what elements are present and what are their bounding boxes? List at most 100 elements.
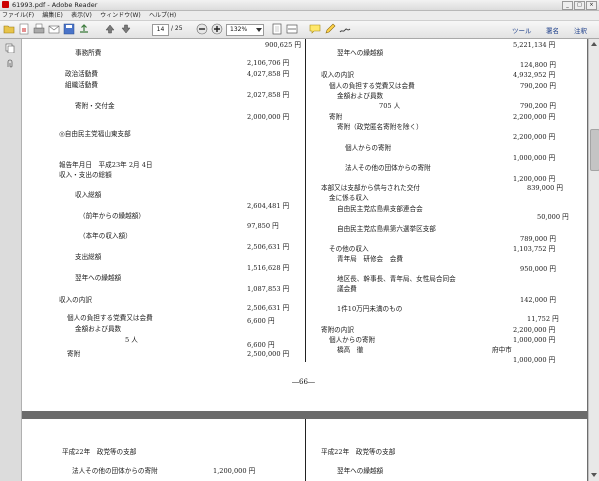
text-line: 自由民主党広島県支部連合会 — [337, 205, 423, 213]
text-line: 1件10万円未満のもの — [337, 305, 403, 313]
fit-width-icon[interactable] — [286, 23, 298, 35]
highlight-icon[interactable] — [324, 23, 336, 35]
text-line: 900,625 円 — [265, 41, 301, 49]
close-button[interactable]: × — [586, 1, 597, 10]
text-line: 1,000,000 円 — [513, 154, 556, 162]
email-icon[interactable] — [48, 23, 60, 35]
text-line: 自由民主党広島県第六選挙区支部 — [337, 225, 436, 233]
text-line: 金額および員数 — [337, 92, 384, 100]
text-line: 2,000,000 円 — [247, 113, 290, 121]
sign-icon[interactable] — [339, 23, 351, 35]
text-line: 142,000 円 — [520, 296, 556, 304]
text-line: 個人からの寄附 — [329, 336, 376, 344]
text-line: 組織活動費 — [65, 81, 98, 89]
window-controls: _ □ × — [562, 1, 597, 10]
text-line: 5,221,134 円 — [513, 41, 556, 49]
text-line: 790,200 円 — [520, 102, 556, 110]
zoom-in-icon[interactable] — [211, 23, 223, 35]
text-line: 97,850 円 — [247, 222, 279, 230]
text-line: 789,000 円 — [520, 235, 556, 243]
text-line: 収入の内訳 — [59, 296, 92, 304]
text-line: 橋高 徹 — [337, 346, 364, 354]
text-line: 839,000 円 — [527, 184, 563, 192]
text-line: 寄附 — [329, 113, 343, 121]
text-line: 府中市 — [492, 346, 512, 354]
text-line: 2,027,858 円 — [247, 91, 290, 99]
text-line: 6,600 円 — [247, 317, 275, 325]
text-line: 2,506,631 円 — [247, 243, 290, 251]
text-line: 2,200,000 円 — [513, 326, 556, 334]
menu-file[interactable]: ファイル(F) — [2, 11, 34, 20]
text-line: 政治活動費 — [65, 70, 98, 78]
text-line: （本年の収入額） — [79, 232, 132, 240]
text-line: 議会費 — [337, 285, 357, 293]
text-line: 1,200,000 円 — [513, 175, 556, 183]
print-icon[interactable] — [33, 23, 45, 35]
text-line: 1,087,853 円 — [247, 285, 290, 293]
vertical-scrollbar[interactable] — [588, 39, 599, 481]
toolbar: 14 / 25 132% ツール 署名 注釈 — [0, 21, 599, 39]
page-count: / 25 — [171, 25, 183, 32]
chevron-down-icon — [256, 28, 262, 32]
text-line: 個人からの寄附 — [345, 144, 392, 152]
comment-icon[interactable] — [309, 23, 321, 35]
upload-icon[interactable] — [78, 23, 90, 35]
text-line: 2,200,000 円 — [513, 133, 556, 141]
prev-page-icon[interactable] — [104, 23, 116, 35]
menu-window[interactable]: ウィンドウ(W) — [100, 11, 141, 20]
menu-edit[interactable]: 編集(E) — [42, 11, 62, 20]
text-line: 事務所費 — [75, 49, 102, 57]
text-line: 2,604,481 円 — [247, 202, 290, 210]
text-line: 翌年への繰越額 — [337, 467, 384, 475]
fit-page-icon[interactable] — [271, 23, 283, 35]
page-number: ―66― — [292, 378, 315, 386]
document-viewport[interactable]: 900,625 円事務所費 2,106,706 円政治活動費 4,027,858 円… — [22, 39, 587, 481]
menu-help[interactable]: ヘルプ(H) — [149, 11, 176, 20]
text-line: 950,000 円 — [520, 265, 556, 273]
text-line: 平成22年 政党等の支部 — [321, 448, 396, 456]
text-line: 青年局 研修会 会費 — [337, 255, 403, 263]
text-line: 寄附（政党匿名寄附を除く） — [337, 123, 423, 131]
text-line: 報告年月日 平成23年 2月 4日 — [59, 161, 153, 169]
page-number-input[interactable]: 14 — [152, 24, 169, 36]
column-divider — [305, 39, 306, 362]
tools-link[interactable]: ツール — [512, 25, 532, 35]
menu-view[interactable]: 表示(V) — [71, 11, 92, 20]
attachments-icon[interactable] — [5, 59, 15, 69]
title-bar: 61993.pdf - Adobe Reader _ □ × — [0, 0, 599, 11]
text-line: 4,932,952 円 — [513, 71, 556, 79]
scroll-down-arrow[interactable] — [591, 473, 597, 477]
text-line: 6,600 円 — [247, 341, 275, 349]
text-line: 2,200,000 円 — [513, 113, 556, 121]
page-thumbnails-icon[interactable] — [5, 43, 15, 53]
text-line: 705 人 — [379, 102, 401, 110]
text-line: 寄附 — [67, 350, 81, 358]
adobe-reader-icon — [2, 1, 9, 8]
next-page-icon[interactable] — [120, 23, 132, 35]
text-line: 金額および員数 — [75, 325, 122, 333]
text-line: 1,000,000 円 — [513, 356, 556, 364]
zoom-out-icon[interactable] — [196, 23, 208, 35]
text-line: 124,800 円 — [520, 61, 556, 69]
scroll-up-arrow[interactable] — [591, 42, 597, 46]
text-line: 寄附・交付金 — [75, 102, 115, 110]
minimize-button[interactable]: _ — [562, 1, 573, 10]
open-icon[interactable] — [3, 23, 15, 35]
create-pdf-icon[interactable] — [18, 23, 30, 35]
text-line: 法人その他の団体からの寄附 — [345, 164, 431, 172]
text-line: 1,200,000 円 — [213, 467, 256, 475]
scroll-thumb[interactable] — [590, 129, 599, 171]
pdf-page: 900,625 円事務所費 2,106,706 円政治活動費 4,027,858 円… — [22, 39, 587, 411]
save-icon[interactable] — [63, 23, 75, 35]
text-line: 11,752 円 — [527, 315, 559, 323]
text-line: 4,027,858 円 — [247, 70, 290, 78]
sign-link[interactable]: 署名 — [546, 25, 559, 35]
zoom-select[interactable]: 132% — [226, 24, 264, 36]
zoom-value: 132% — [230, 26, 248, 33]
text-line: 個人の負担する党費又は会費 — [67, 314, 153, 322]
text-line: 2,500,000 円 — [247, 350, 290, 358]
text-line: 1,103,752 円 — [513, 245, 556, 253]
comment-link[interactable]: 注釈 — [574, 25, 587, 35]
maximize-button[interactable]: □ — [574, 1, 585, 10]
text-line: 金に係る収入 — [329, 194, 369, 202]
